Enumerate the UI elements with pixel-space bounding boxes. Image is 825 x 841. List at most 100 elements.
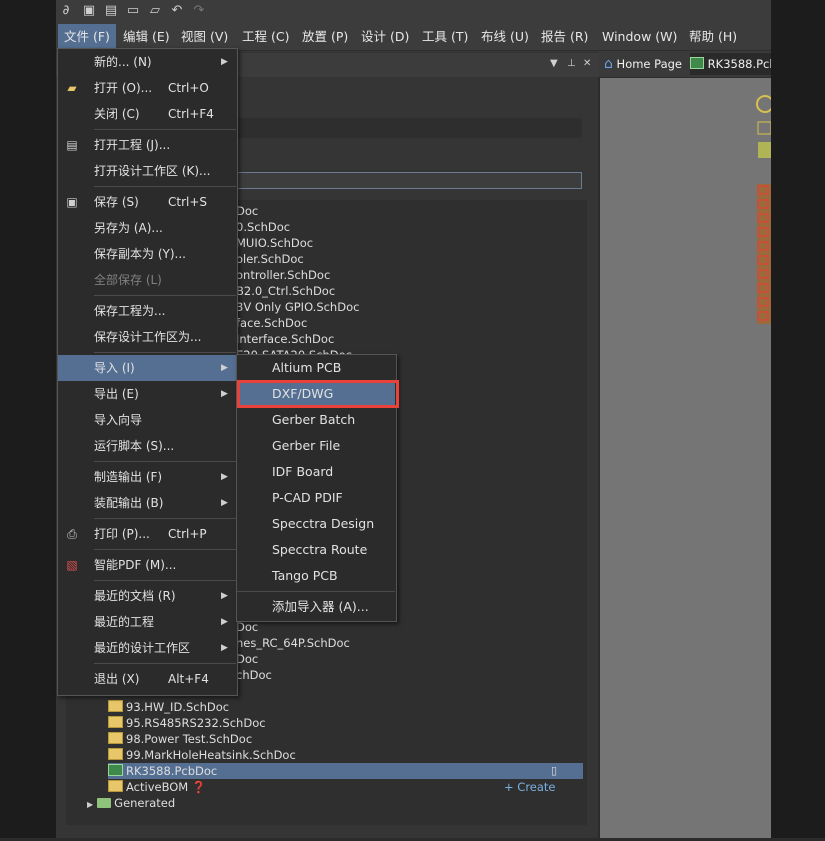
tree-row-schdoc[interactable]: 98.Power Test.SchDoc xyxy=(108,731,252,747)
menu-open-project[interactable]: ▤ 打开工程 (J)... xyxy=(58,132,236,158)
tree-row-partial[interactable]: B2.0_Ctrl.SchDoc xyxy=(236,283,335,299)
tree-row-schdoc[interactable]: 93.HW_ID.SchDoc xyxy=(108,699,229,715)
expand-arrow-icon[interactable]: ▶ xyxy=(87,800,93,809)
schdoc-icon xyxy=(108,700,123,712)
tree-row-generated-folder[interactable]: ▶ Generated xyxy=(87,795,175,811)
menu-recent-docs[interactable]: 最近的文档 (R) ▶ xyxy=(58,583,236,609)
menu-window[interactable]: Window (W) xyxy=(596,24,683,50)
tree-row-partial[interactable]: nes_RC_64P.SchDoc xyxy=(236,635,350,651)
left-dark-margin xyxy=(0,0,56,838)
menu-view[interactable]: 视图 (V) xyxy=(175,24,234,50)
tree-row-partial[interactable]: chDoc xyxy=(236,667,272,683)
tree-row-schdoc[interactable]: 99.MarkHoleHeatsink.SchDoc xyxy=(108,747,296,763)
menu-smart-pdf[interactable]: ▧ 智能PDF (M)... xyxy=(58,552,236,578)
menu-save-as[interactable]: 另存为 (A)... xyxy=(58,215,236,241)
menu-save-copy[interactable]: 保存副本为 (Y)... xyxy=(58,241,236,267)
menu-help[interactable]: 帮助 (H) xyxy=(683,24,743,50)
menu-file[interactable]: 文件 (F) xyxy=(58,24,116,50)
tree-row-partial[interactable]: oler.SchDoc xyxy=(236,251,304,267)
save-all-icon[interactable]: ▤ xyxy=(104,4,118,18)
pcb-artwork xyxy=(756,95,774,324)
open-project-icon[interactable]: ▱ xyxy=(148,4,162,18)
menu-recent-workspaces[interactable]: 最近的设计工作区 ▶ xyxy=(58,635,236,661)
menu-fab-outputs[interactable]: 制造输出 (F) ▶ xyxy=(58,464,236,490)
menu-save-label: 保存 (S) xyxy=(94,195,139,209)
menu-save-workspace-as[interactable]: 保存设计工作区为... xyxy=(58,324,236,350)
menu-recent-projects[interactable]: 最近的工程 ▶ xyxy=(58,609,236,635)
menu-exit-label: 退出 (X) xyxy=(94,672,140,686)
menu-print[interactable]: ⎙ 打印 (P)... Ctrl+P xyxy=(58,521,236,547)
tab-home-page[interactable]: ⌂ Home Page xyxy=(604,53,688,75)
menu-save-workspace-as-label: 保存设计工作区为... xyxy=(94,330,202,344)
panel-close-icon[interactable]: ✕ xyxy=(583,58,591,69)
pcb-canvas[interactable] xyxy=(600,78,774,838)
panel-pin-icon[interactable]: ⊥ xyxy=(567,58,576,69)
menu-separator xyxy=(94,549,236,550)
tree-row-partial[interactable]: Doc xyxy=(236,651,258,667)
menu-open-label: 打开 (O)... xyxy=(94,81,153,95)
tree-row-partial[interactable]: face.SchDoc xyxy=(236,315,307,331)
tree-row-partial[interactable]: 3V Only GPIO.SchDoc xyxy=(236,299,359,315)
menu-import-wizard[interactable]: 导入向导 xyxy=(58,407,236,433)
menu-save[interactable]: ▣ 保存 (S) Ctrl+S xyxy=(58,189,236,215)
shortcut: Ctrl+F4 xyxy=(168,107,214,121)
menu-export[interactable]: 导出 (E) ▶ xyxy=(58,381,236,407)
document-icon[interactable]: ▯ xyxy=(551,763,557,779)
help-icon[interactable]: ❓ xyxy=(192,780,206,794)
open-folder-icon[interactable]: ▭ xyxy=(126,4,140,18)
menu-open[interactable]: ▰ 打开 (O)... Ctrl+O xyxy=(58,75,236,101)
import-pcad-pdif[interactable]: P-CAD PDIF xyxy=(237,485,395,511)
shortcut: Alt+F4 xyxy=(168,672,209,686)
printer-icon: ⎙ xyxy=(67,527,77,541)
menu-route[interactable]: 布线 (U) xyxy=(475,24,535,50)
menu-separator xyxy=(94,461,236,462)
menu-assembly-outputs[interactable]: 装配输出 (B) ▶ xyxy=(58,490,236,516)
menu-open-workspace-label: 打开设计工作区 (K)... xyxy=(94,164,211,178)
submenu-label: 添加导入器 (A)... xyxy=(272,599,369,614)
import-specctra-design[interactable]: Specctra Design xyxy=(237,511,395,537)
menu-place[interactable]: 放置 (P) xyxy=(296,24,354,50)
submenu-arrow-icon: ▶ xyxy=(221,363,228,373)
menu-project[interactable]: 工程 (C) xyxy=(236,24,295,50)
menu-reports[interactable]: 报告 (R) xyxy=(535,24,594,50)
tree-row-activebom[interactable]: ActiveBOM ❓ xyxy=(108,779,206,795)
submenu-arrow-icon: ▶ xyxy=(221,57,228,67)
panel-dropdown-icon[interactable]: ▼ xyxy=(550,58,558,69)
import-specctra-route[interactable]: Specctra Route xyxy=(237,537,395,563)
tree-row-partial[interactable]: Interface.SchDoc xyxy=(236,331,334,347)
tree-row-partial[interactable]: MUIO.SchDoc xyxy=(236,235,313,251)
tree-row-partial[interactable]: Doc xyxy=(236,203,258,219)
menu-design[interactable]: 设计 (D) xyxy=(355,24,415,50)
import-gerber-file[interactable]: Gerber File xyxy=(237,433,395,459)
menu-open-workspace[interactable]: 打开设计工作区 (K)... xyxy=(58,158,236,184)
tree-row-schdoc[interactable]: 95.RS485RS232.SchDoc xyxy=(108,715,266,731)
menu-exit[interactable]: 退出 (X) Alt+F4 xyxy=(58,666,236,692)
create-link[interactable]: + Create xyxy=(504,779,556,795)
import-tango-pcb[interactable]: Tango PCB xyxy=(237,563,395,589)
schdoc-icon xyxy=(108,748,123,760)
menu-run-script[interactable]: 运行脚本 (S)... xyxy=(58,433,236,459)
workspace-dropdown[interactable] xyxy=(236,118,582,138)
add-importer[interactable]: 添加导入器 (A)... xyxy=(237,594,395,620)
menu-new[interactable]: 新的... (N) ▶ xyxy=(58,49,236,75)
undo-icon[interactable]: ↶ xyxy=(170,4,184,18)
tab-rk3588-pcb[interactable]: RK3588.Pcb xyxy=(690,53,771,75)
menu-close[interactable]: 关闭 (C) Ctrl+F4 xyxy=(58,101,236,127)
save-icon[interactable]: ▣ xyxy=(82,4,96,18)
menu-tools[interactable]: 工具 (T) xyxy=(416,24,474,50)
tree-row-partial[interactable]: ontroller.SchDoc xyxy=(236,267,330,283)
redo-icon[interactable]: ↷ xyxy=(192,4,206,18)
import-gerber-batch[interactable]: Gerber Batch xyxy=(237,407,395,433)
project-search-input[interactable] xyxy=(236,172,582,189)
import-idf-board[interactable]: IDF Board xyxy=(237,459,395,485)
menu-save-project-as[interactable]: 保存工程为... xyxy=(58,298,236,324)
menu-save-project-as-label: 保存工程为... xyxy=(94,304,166,318)
import-altium-pcb[interactable]: Altium PCB xyxy=(237,355,395,381)
menu-import[interactable]: 导入 (I) ▶ xyxy=(58,355,236,381)
menu-edit[interactable]: 编辑 (E) xyxy=(117,24,176,50)
menu-save-all[interactable]: 全部保存 (L) xyxy=(58,267,236,293)
tree-row-partial[interactable]: 0.SchDoc xyxy=(236,219,290,235)
tree-row-label: 95.RS485RS232.SchDoc xyxy=(126,716,266,730)
bom-icon xyxy=(108,780,123,792)
tree-row-pcbdoc-selected[interactable]: RK3588.PcbDoc ▯ xyxy=(108,763,583,779)
